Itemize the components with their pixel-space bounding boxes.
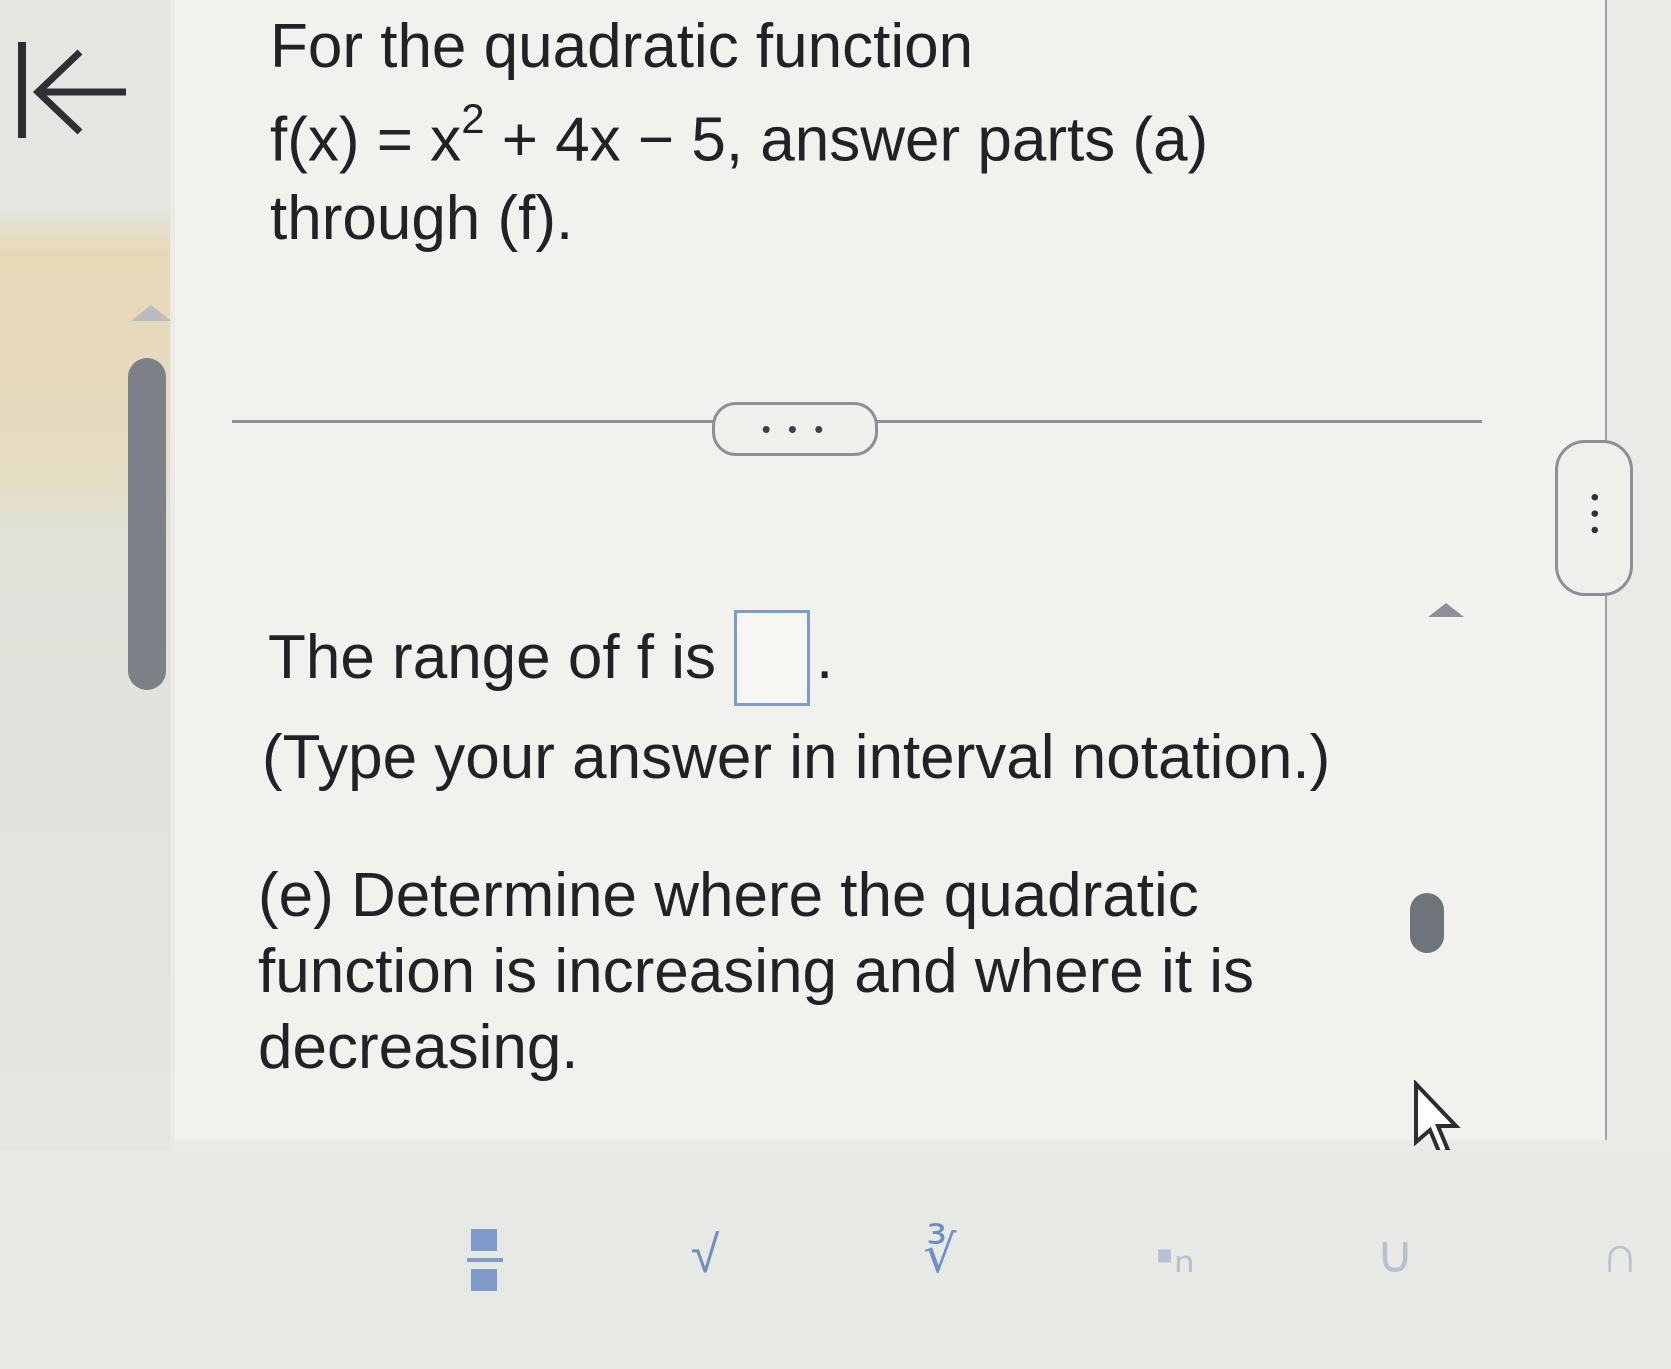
subscript-icon[interactable]: ▪ₙ (1130, 1210, 1220, 1300)
question-line-3: through (f). (270, 183, 574, 253)
range-suffix: . (816, 623, 834, 692)
sqrt-icon[interactable]: √ (660, 1210, 750, 1300)
question-line-1: For the quadratic function (270, 12, 974, 81)
side-options-button[interactable]: ••• (1555, 440, 1633, 596)
fraction-icon[interactable] (440, 1215, 530, 1305)
right-scrollbar-thumb[interactable] (1410, 893, 1444, 953)
first-page-arrow-icon (18, 42, 126, 138)
function-definition: f(x) = x2 + 4x − 5, answer parts (a) (270, 86, 1310, 180)
range-answer-input[interactable] (734, 610, 811, 706)
intersection-icon[interactable]: ∩ (1575, 1210, 1665, 1300)
function-exponent: 2 (461, 95, 485, 142)
back-to-start-button[interactable] (8, 30, 138, 150)
scroll-up-arrow-icon[interactable] (131, 305, 171, 321)
nth-root-icon[interactable]: ∛ (895, 1210, 985, 1300)
answer-format-hint: (Type your answer in interval notation.) (262, 723, 1331, 792)
left-scrollbar-thumb[interactable] (128, 358, 166, 690)
function-prefix: f(x) = x (270, 105, 462, 175)
show-more-button[interactable]: • • • (712, 402, 878, 456)
mouse-pointer-icon (1412, 1079, 1462, 1160)
union-icon[interactable]: ∪ (1350, 1210, 1440, 1300)
range-prompt: The range of f is . (268, 610, 833, 706)
question-statement: For the quadratic function f(x) = x2 + 4… (270, 8, 1310, 258)
right-scroll-up-arrow-icon[interactable] (1428, 603, 1464, 617)
part-e-question: (e) Determine where the quadratic functi… (258, 861, 1254, 1082)
function-suffix: + 4x − 5, answer parts (a) (484, 105, 1209, 175)
range-prefix: The range of f is (268, 623, 717, 692)
